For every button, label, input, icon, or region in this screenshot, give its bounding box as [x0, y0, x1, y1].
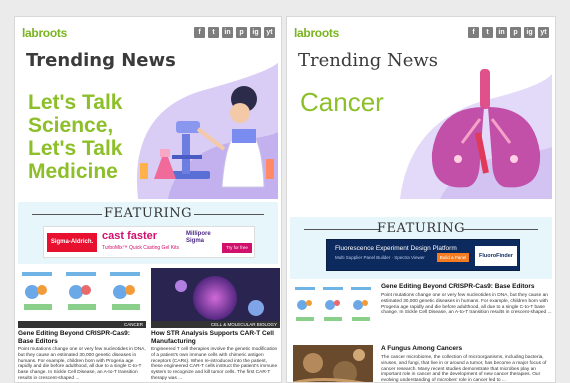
base-editor-diagram-image — [293, 283, 373, 341]
social-icons: f t in p ig yt — [468, 27, 549, 38]
car-t-cell-image — [151, 268, 280, 328]
labroots-logo[interactable]: labroots — [22, 26, 67, 40]
article-snippet: The cancer microbiome, the collection of… — [381, 355, 547, 383]
hero-subtitle: Cancer — [300, 87, 384, 117]
ad-cta-button[interactable]: Try for free — [222, 243, 252, 253]
ad-cta-button[interactable]: Build a Panel — [437, 253, 469, 262]
youtube-icon[interactable]: yt — [538, 27, 549, 38]
pinterest-icon[interactable]: p — [236, 27, 247, 38]
header: labroots f t in p ig yt — [15, 17, 281, 49]
instagram-icon[interactable]: ig — [250, 27, 261, 38]
pinterest-icon[interactable]: p — [510, 27, 521, 38]
article-title[interactable]: Gene Editing Beyond CRISPR-Cas9: Base Ed… — [18, 330, 146, 345]
ad-headline: Fluorescence Experiment Design Platform — [335, 245, 457, 252]
twitter-icon[interactable]: t — [208, 27, 219, 38]
article-title[interactable]: A Fungus Among Cancers — [381, 345, 553, 353]
article-title[interactable]: How STR Analysis Supports CAR-T Cell Man… — [151, 330, 280, 345]
divider — [462, 229, 538, 230]
ad-headline: cast faster — [102, 230, 158, 242]
fluorofinder-logo: FluoroFinder — [475, 246, 517, 266]
base-editor-diagram-image — [18, 268, 146, 328]
newsletter-panel-right: labroots f t in p ig yt Trending News Ca… — [286, 16, 556, 383]
fungus-microscopy-image — [293, 345, 373, 382]
scientist-microscope-illustration — [140, 86, 274, 188]
category-tag[interactable]: CANCER — [18, 321, 146, 328]
sponsor-ad-banner[interactable]: Sigma-Aldrich. cast faster TurboMix™ Qui… — [43, 226, 255, 258]
hero-banner[interactable]: Trending News Cancer — [290, 49, 552, 199]
labroots-logo[interactable]: labroots — [294, 26, 339, 40]
header: labroots f t in p ig yt — [287, 17, 555, 49]
youtube-icon[interactable]: yt — [264, 27, 275, 38]
linkedin-icon[interactable]: in — [496, 27, 507, 38]
facebook-icon[interactable]: f — [194, 27, 205, 38]
article-snippet: Engineered T cell therapies involve the … — [151, 347, 278, 381]
sigma-aldrich-logo: Sigma-Aldrich. — [47, 233, 97, 252]
facebook-icon[interactable]: f — [468, 27, 479, 38]
hero-subtitle: Let's Talk Science, Let's Talk Medicine — [28, 91, 123, 183]
article-snippet: Point mutations change one or very few n… — [381, 293, 552, 316]
featuring-section: FEATURING Sigma-Aldrich. cast faster Tur… — [18, 202, 278, 264]
millipore-sigma-logo: Millipore Sigma — [186, 231, 211, 244]
ad-tagline: Multi Supplier Panel Builder · Spectra V… — [335, 255, 425, 260]
sponsor-ad-banner[interactable]: Fluorescence Experiment Design Platform … — [326, 239, 520, 271]
instagram-icon[interactable]: ig — [524, 27, 535, 38]
social-icons: f t in p ig yt — [194, 27, 275, 38]
twitter-icon[interactable]: t — [482, 27, 493, 38]
lungs-illustration — [431, 69, 541, 188]
hero-title: Trending News — [26, 50, 176, 71]
hero-banner[interactable]: Trending News Let's Talk Science, Let's … — [18, 49, 278, 199]
category-tag[interactable]: CELL & MOLECULAR BIOLOGY — [151, 321, 280, 328]
article-title[interactable]: Gene Editing Beyond CRISPR-Cas9: Base Ed… — [381, 283, 553, 291]
article-snippet: Point mutations change one or very few n… — [18, 347, 146, 381]
ad-tagline: TurboMix™ Quick Casting Gel Kits — [102, 245, 180, 251]
newsletter-panel-left: labroots f t in p ig yt Trending News Le… — [14, 16, 282, 383]
featuring-section: FEATURING Fluorescence Experiment Design… — [290, 217, 552, 279]
divider — [194, 214, 264, 215]
linkedin-icon[interactable]: in — [222, 27, 233, 38]
